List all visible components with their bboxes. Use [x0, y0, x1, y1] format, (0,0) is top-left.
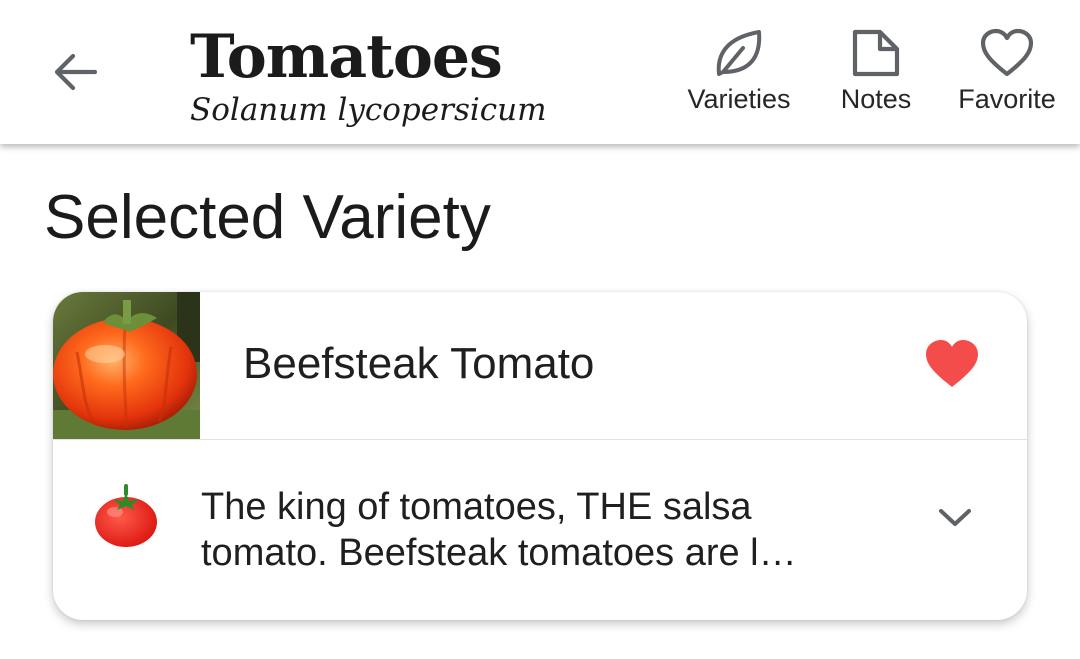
page-title: Tomatoes — [190, 22, 503, 92]
variety-card: Beefsteak Tomato The king of tomatoes, T… — [53, 292, 1027, 620]
note-icon — [848, 26, 904, 80]
tomato-photo — [53, 292, 200, 439]
variety-card-header[interactable]: Beefsteak Tomato — [53, 292, 1027, 439]
variety-name: Beefsteak Tomato — [243, 339, 595, 388]
section-title: Selected Variety — [44, 183, 491, 252]
varieties-label: Varieties — [687, 84, 791, 114]
favorite-toggle[interactable] — [921, 336, 983, 392]
variety-description-row[interactable]: The king of tomatoes, THE salsa tomato. … — [53, 440, 1027, 620]
arrow-left-icon — [54, 53, 97, 91]
favorite-button[interactable]: Favorite — [953, 26, 1061, 118]
heart-outline-icon — [979, 26, 1035, 80]
variety-description: The king of tomatoes, THE salsa tomato. … — [201, 486, 797, 574]
heart-filled-icon — [926, 340, 978, 387]
expand-button[interactable] — [931, 498, 979, 538]
chevron-down-icon — [939, 509, 971, 526]
title-block: Tomatoes Solanum lycopersicum — [190, 24, 547, 130]
notes-button[interactable]: Notes — [834, 26, 918, 118]
tomato-emoji-icon — [95, 484, 157, 547]
back-button[interactable] — [44, 44, 104, 100]
app-bar: Tomatoes Solanum lycopersicum Varieties … — [0, 0, 1080, 144]
favorite-label: Favorite — [958, 84, 1056, 114]
page-subtitle: Solanum lycopersicum — [190, 92, 547, 128]
leaf-icon — [711, 26, 767, 80]
varieties-button[interactable]: Varieties — [683, 26, 795, 118]
notes-label: Notes — [840, 84, 912, 114]
